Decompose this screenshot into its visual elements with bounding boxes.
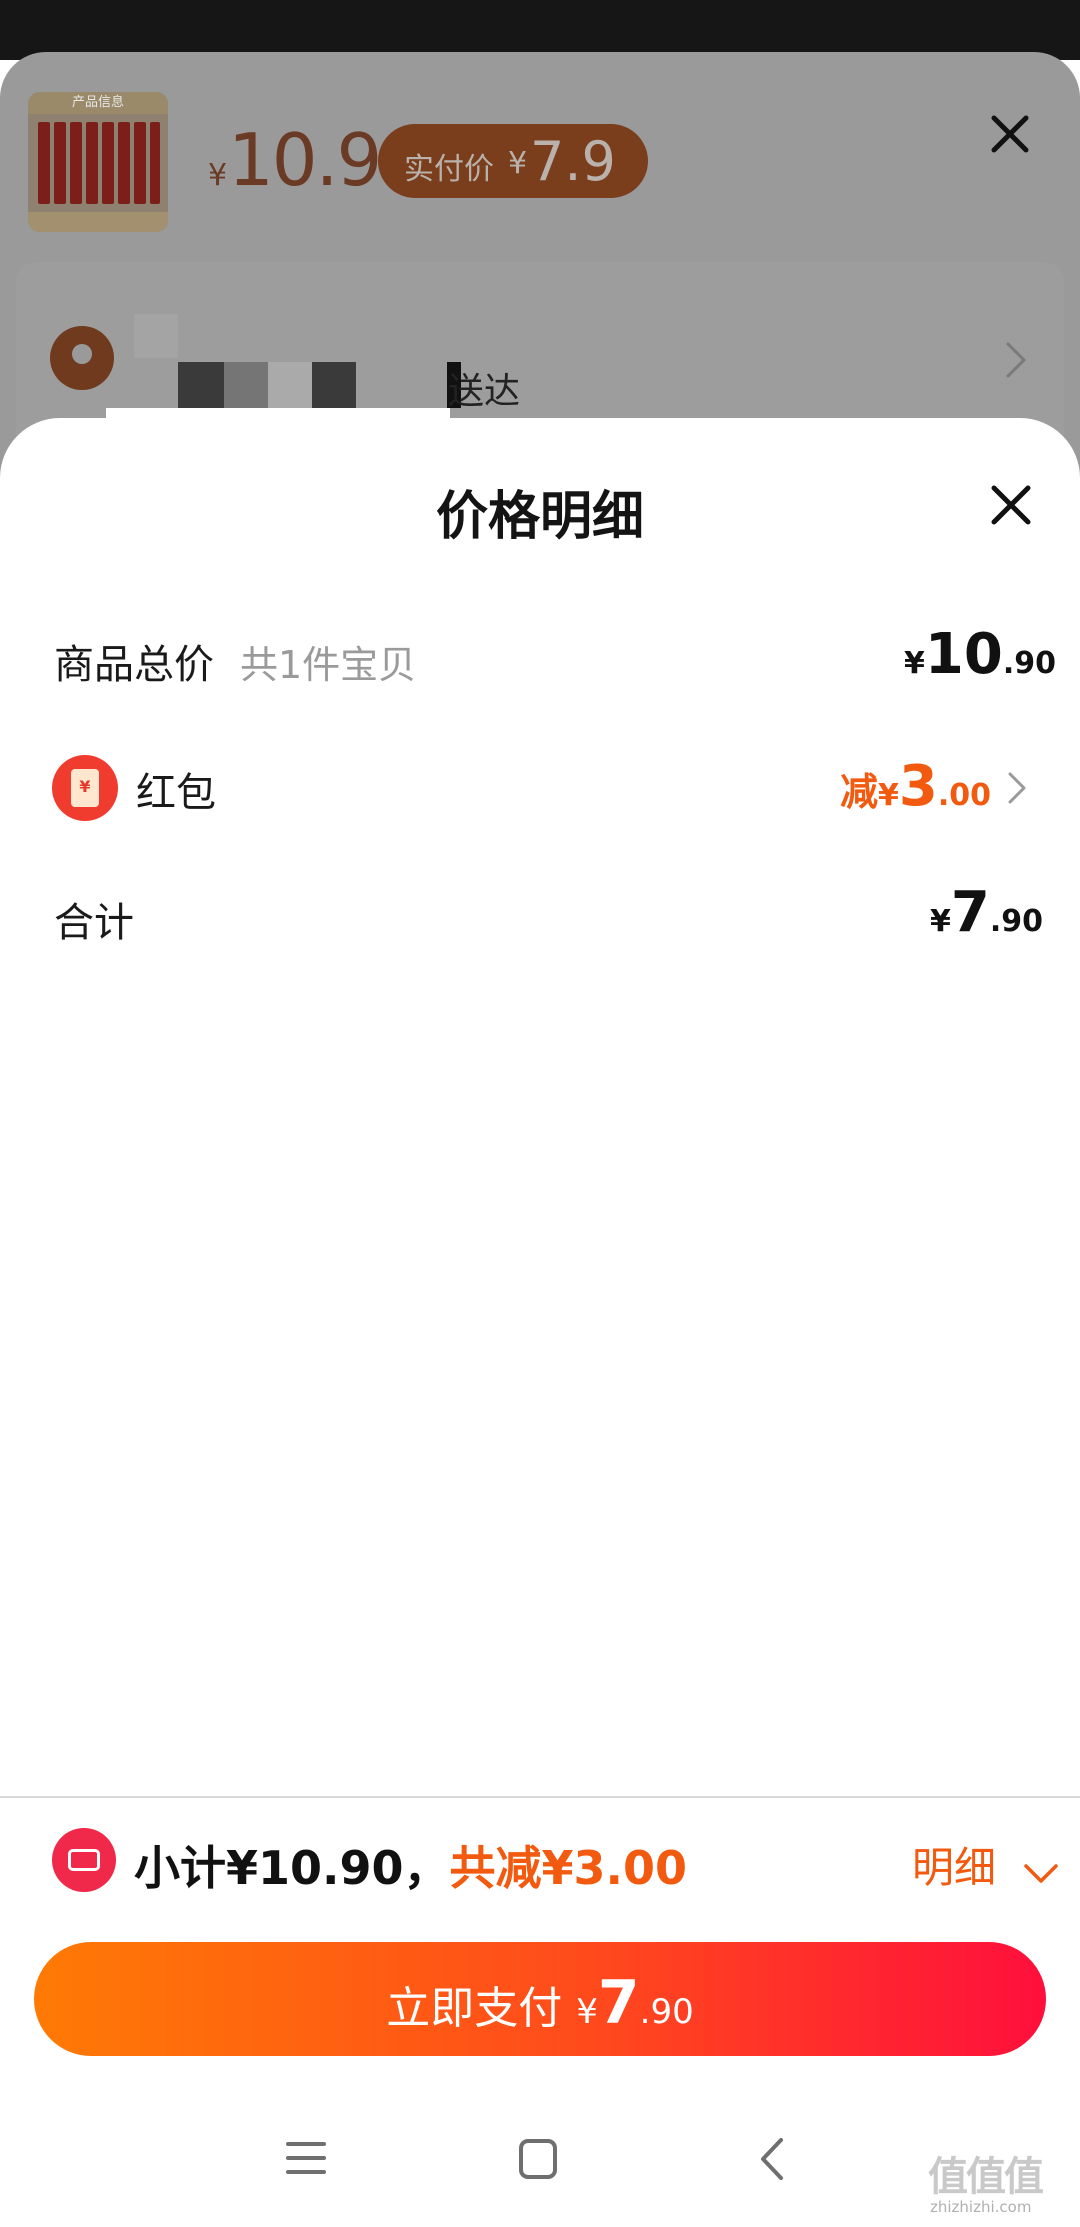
total-dec: .90 <box>989 904 1043 939</box>
total-currency: ¥ <box>930 904 951 939</box>
redacted-address-block <box>178 362 224 408</box>
coupon-icon <box>52 1828 116 1892</box>
pay-now-dec: .90 <box>639 1992 694 2032</box>
chevron-right-icon <box>1004 340 1028 384</box>
bg-actual-price-label: 实付价 <box>404 152 494 187</box>
home-icon[interactable] <box>518 2138 558 2184</box>
pay-now-label: 立即支付 <box>386 1983 563 2034</box>
detail-toggle-label: 明细 <box>912 1843 997 1892</box>
red-packet-icon: ¥ <box>52 755 118 821</box>
detail-toggle[interactable]: 明细 <box>912 1834 1059 1895</box>
subtotal-summary: 小计¥10.90，共减¥3.00 <box>134 1832 687 1898</box>
goods-count-text: 共1件宝贝 <box>240 643 417 687</box>
delivery-text: 送达 <box>448 371 521 412</box>
red-packet-icon-glyph: ¥ <box>79 777 91 796</box>
watermark: 值值值 <box>928 2154 1044 2200</box>
sheet-title: 价格明细 <box>435 487 644 547</box>
total-price: ¥7.90 <box>930 880 1043 945</box>
chevron-down-icon <box>1023 1846 1059 1895</box>
pay-now-currency: ¥ <box>576 1992 598 2032</box>
red-packet-label: 红包 <box>136 770 216 816</box>
bg-actual-price-currency: ¥ <box>508 146 528 181</box>
total-int: 7 <box>950 880 990 945</box>
red-packet-currency: ¥ <box>878 778 899 813</box>
location-pin-icon <box>50 326 114 390</box>
bg-actual-price-badge: 实付价 ¥ 7.9 <box>378 124 648 198</box>
bg-actual-price-value: 7.9 <box>530 130 616 193</box>
discount-total-text: 共减¥3.00 <box>449 1841 688 1895</box>
goods-total-int: 10 <box>924 622 1003 687</box>
total-label: 合计 <box>54 900 134 946</box>
redacted-address-block <box>224 362 268 408</box>
pay-now-int: 7 <box>597 1968 640 2038</box>
watermark-sub: zhizhizhi.com <box>930 2198 1032 2216</box>
red-packet-prefix: 减 <box>840 770 879 814</box>
red-packet-int: 3 <box>898 754 938 819</box>
status-bar <box>0 0 1080 60</box>
product-thumbnail-band-text: 产品信息 <box>71 95 124 110</box>
bg-product-price: 10.9 <box>228 118 382 202</box>
redacted-address-block <box>134 314 178 358</box>
bg-price-currency: ¥ <box>208 158 228 193</box>
chevron-right-icon[interactable] <box>1006 770 1028 810</box>
redacted-address-block <box>312 362 356 408</box>
red-packet-dec: .00 <box>937 778 992 813</box>
menu-icon[interactable] <box>286 2138 326 2182</box>
goods-total-currency: ¥ <box>904 646 925 681</box>
goods-total-price: ¥10.90 <box>904 622 1056 687</box>
pay-now-button[interactable]: 立即支付 ¥7.90 <box>34 1942 1046 2056</box>
subtotal-text: 小计¥10.90， <box>134 1841 450 1895</box>
redacted-address-block <box>268 362 312 408</box>
back-icon[interactable] <box>758 2136 786 2186</box>
goods-total-label: 商品总价 <box>54 642 214 688</box>
red-packet-discount[interactable]: 减¥3.00 <box>840 754 991 819</box>
close-icon[interactable] <box>988 482 1034 528</box>
goods-total-dec: .90 <box>1002 646 1056 681</box>
product-thumbnail: 产品信息 <box>28 92 168 232</box>
footer-divider <box>0 1796 1080 1798</box>
close-icon[interactable] <box>988 112 1032 156</box>
